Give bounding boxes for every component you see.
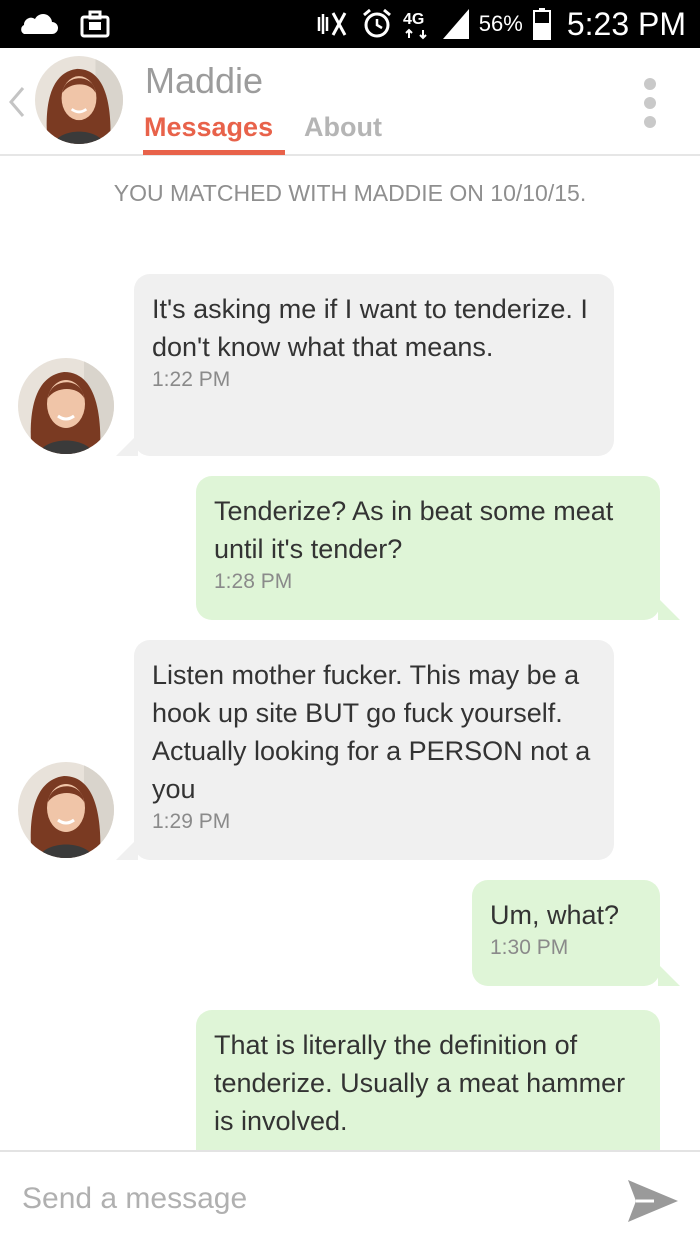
overflow-menu-button[interactable] (642, 78, 658, 128)
mute-icon (311, 9, 351, 39)
sender-avatar[interactable] (18, 358, 114, 454)
message-time: 1:30 PM (490, 936, 569, 959)
tab-about[interactable]: About (304, 112, 382, 143)
message-bubble-outgoing[interactable]: That is literally the definition of tend… (196, 1010, 660, 1170)
message-text: Tenderize? As in beat some meat until it… (214, 496, 614, 564)
message-bubble-outgoing[interactable]: Tenderize? As in beat some meat until it… (196, 476, 660, 620)
active-tab-indicator (143, 150, 285, 155)
message-text: That is literally the definition of tend… (214, 1030, 626, 1136)
message-input[interactable] (20, 1172, 584, 1226)
battery-percent: 56% (478, 11, 523, 36)
message-bubble-incoming[interactable]: Listen mother fucker. This may be a hook… (134, 640, 614, 860)
alarm-icon (361, 8, 393, 40)
menu-dot (644, 97, 656, 109)
message-text: Um, what? (490, 900, 620, 930)
chevron-left-icon (9, 87, 25, 117)
message-time: 1:22 PM (152, 368, 231, 391)
bubble-tail (658, 964, 680, 986)
message-text: Listen mother fucker. This may be a hook… (152, 660, 591, 804)
menu-dot (644, 78, 656, 90)
message-text: It's asking me if I want to tenderize. I… (152, 294, 588, 362)
message-time: 1:29 PM (152, 810, 231, 833)
message-bubble-incoming[interactable]: It's asking me if I want to tenderize. I… (134, 274, 614, 456)
clock: 5:23 PM (566, 5, 686, 42)
sender-avatar[interactable] (18, 762, 114, 858)
network-icon: 4G (403, 8, 433, 40)
send-button[interactable] (624, 1172, 682, 1230)
avatar[interactable] (35, 56, 123, 144)
message-bubble-outgoing[interactable]: Um, what? 1:30 PM (472, 880, 660, 986)
bubble-tail (658, 598, 680, 620)
contact-name: Maddie (145, 60, 264, 101)
message-time: 1:28 PM (214, 570, 293, 593)
signal-icon (442, 9, 469, 39)
message-composer (0, 1150, 700, 1246)
status-bar: 4G 56% 5:23 PM (0, 0, 700, 48)
svg-text:4G: 4G (403, 11, 424, 28)
menu-dot (644, 116, 656, 128)
tab-messages[interactable]: Messages (144, 112, 273, 143)
briefcase-icon (80, 10, 110, 38)
send-icon (628, 1180, 678, 1222)
back-button[interactable] (4, 82, 30, 122)
cloud-icon (18, 13, 58, 35)
battery-icon (532, 8, 551, 40)
chat-header: Maddie Messages About (0, 48, 700, 156)
match-notice: YOU MATCHED WITH MADDIE ON 10/10/15. (113, 180, 587, 206)
